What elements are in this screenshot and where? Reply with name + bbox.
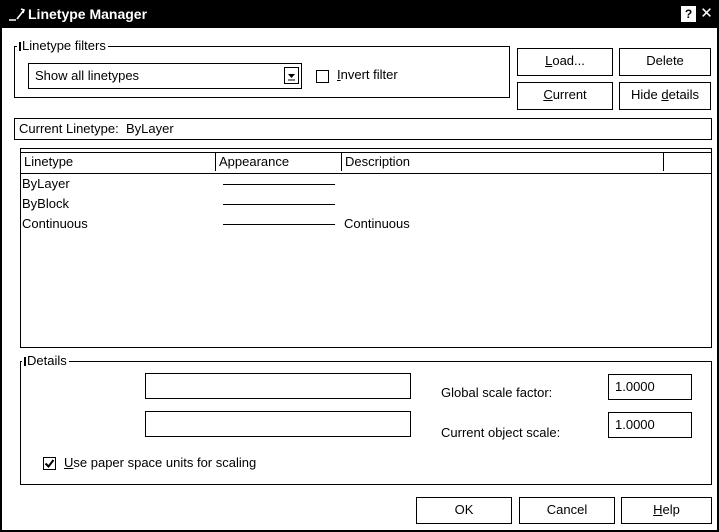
ok-button[interactable]: OK [416,497,512,524]
help-icon[interactable]: ? [681,6,696,22]
checkmark-icon [44,459,55,469]
global-scale-label: Global scale factor: [441,385,553,400]
linetype-filter-value: Show all linetypes [35,68,140,83]
column-header-extra[interactable] [664,153,711,171]
column-header-linetype[interactable]: Linetype [21,153,216,171]
delete-button[interactable]: Delete [619,48,711,76]
linetype-filter-dropdown[interactable]: Show all linetypes [28,63,302,89]
linetype-name: Continuous [22,216,88,231]
invert-filter-checkbox[interactable] [316,70,329,83]
linetype-description: Continuous [344,216,410,231]
details-legend: Details [22,354,69,368]
load-button[interactable]: Load... [517,48,613,76]
object-scale-field[interactable]: 1.0000 [608,412,692,438]
dropdown-arrow-icon[interactable] [284,67,299,84]
linetype-name: ByBlock [22,196,69,211]
column-header-description[interactable]: Description [342,153,664,171]
linetype-list[interactable]: Linetype Appearance Description ByLayer … [20,148,712,348]
object-scale-label: Current object scale: [441,425,561,440]
help-button[interactable]: Help [621,497,712,524]
current-linetype-label: Current Linetype: [19,121,119,136]
list-item[interactable]: Continuous Continuous [21,214,711,234]
list-item[interactable]: ByBlock [21,194,711,214]
linetype-appearance-sample [223,224,335,225]
linetype-icon [9,8,26,21]
close-icon[interactable]: ✕ [699,6,714,22]
linetype-appearance-sample [223,184,335,185]
linetype-filters-legend: Linetype filters [17,39,108,53]
linetype-description-field[interactable] [145,411,411,437]
linetype-name-field[interactable] [145,373,411,399]
list-header: Linetype Appearance Description [21,152,711,174]
column-header-appearance[interactable]: Appearance [216,153,342,171]
current-linetype-value: ByLayer [125,121,174,136]
hide-details-button[interactable]: Hide details [619,82,711,110]
current-linetype-bar: Current Linetype: ByLayer [14,118,712,140]
linetype-name: ByLayer [22,176,70,191]
paper-space-label: Use paper space units for scaling [64,455,257,470]
current-button[interactable]: Current [517,82,613,110]
invert-filter-label: Invert filter [337,67,398,82]
list-item[interactable]: ByLayer [21,174,711,194]
global-scale-field[interactable]: 1.0000 [608,374,692,400]
cancel-button[interactable]: Cancel [519,497,615,524]
paper-space-checkbox[interactable] [43,457,56,470]
linetype-appearance-sample [223,204,335,205]
window-title: Linetype Manager [28,6,148,22]
title-bar[interactable]: Linetype Manager ? ✕ [2,2,717,28]
